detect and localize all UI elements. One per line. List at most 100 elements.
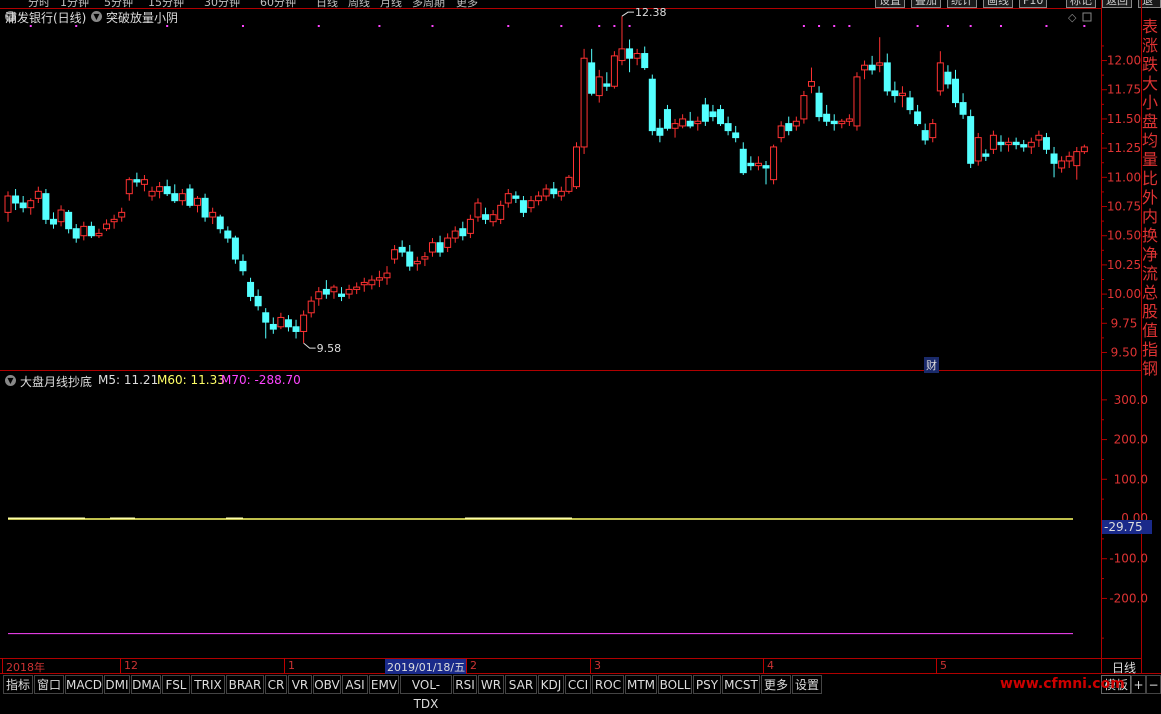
candle-body bbox=[209, 211, 217, 218]
candle bbox=[853, 72, 861, 131]
candle bbox=[80, 221, 88, 241]
tab-boll[interactable]: BOLL bbox=[658, 675, 692, 694]
candle bbox=[1005, 137, 1013, 152]
signal-marker bbox=[916, 25, 919, 27]
candle-body bbox=[512, 195, 520, 199]
candle bbox=[527, 196, 535, 213]
candle-body bbox=[49, 218, 57, 225]
candle bbox=[254, 289, 262, 311]
candle-body bbox=[140, 179, 148, 185]
candle bbox=[1035, 130, 1043, 147]
candle-body bbox=[898, 92, 906, 97]
candle bbox=[338, 287, 346, 302]
candle-body bbox=[482, 214, 490, 220]
tab-emv[interactable]: EMV bbox=[369, 675, 399, 694]
candle bbox=[436, 235, 444, 257]
candle-body bbox=[148, 190, 156, 197]
candle-body bbox=[823, 113, 831, 122]
candle-body bbox=[732, 132, 740, 139]
candle bbox=[1012, 137, 1020, 150]
right-info-strip: 表涨跌大小盘均量比外内换净流总股值指钢 bbox=[1142, 0, 1161, 650]
candle bbox=[322, 280, 330, 299]
candle bbox=[4, 191, 12, 222]
finance-badge[interactable]: 财 bbox=[924, 357, 939, 373]
candle-body bbox=[997, 141, 1005, 146]
candle bbox=[262, 308, 270, 339]
candle-body bbox=[413, 260, 421, 265]
right-strip-char: 小 bbox=[1142, 93, 1159, 112]
tab-sar[interactable]: SAR bbox=[505, 675, 537, 694]
signal-marker bbox=[431, 25, 434, 27]
tab-psy[interactable]: PSY bbox=[693, 675, 721, 694]
price-chart[interactable]: ◇ 12.00 11.75 11.50 11.25 11.00 10.75 10.50 10.2… bbox=[0, 0, 1161, 695]
candle bbox=[595, 69, 603, 103]
candle bbox=[580, 48, 588, 154]
candle-body bbox=[739, 148, 747, 174]
candle-body bbox=[1020, 144, 1028, 148]
y-tick-label: 10.50 bbox=[1107, 229, 1141, 243]
tab-asi[interactable]: ASI bbox=[342, 675, 368, 694]
candle bbox=[982, 149, 990, 161]
candle-body bbox=[156, 186, 164, 192]
tab-obv[interactable]: OBV bbox=[313, 675, 341, 694]
candle bbox=[216, 214, 224, 234]
right-strip-char: 涨 bbox=[1142, 36, 1159, 55]
candle-body bbox=[239, 260, 247, 272]
candle bbox=[459, 221, 467, 241]
tab-trix[interactable]: TRIX bbox=[191, 675, 225, 694]
tab-vr[interactable]: VR bbox=[288, 675, 312, 694]
tab-rsi[interactable]: RSI bbox=[453, 675, 477, 694]
current-value: -29.75 bbox=[1104, 520, 1143, 534]
candle-body bbox=[103, 223, 111, 230]
tab-vol-tdx[interactable]: VOL-TDX bbox=[400, 675, 452, 711]
right-strip-char: 表 bbox=[1142, 17, 1159, 36]
candle bbox=[512, 191, 520, 204]
signal-marker bbox=[969, 25, 972, 27]
tab-更多[interactable]: 更多 bbox=[761, 675, 791, 694]
candle bbox=[269, 317, 277, 334]
tab-设置[interactable]: 设置 bbox=[792, 675, 822, 694]
candle-body bbox=[754, 162, 762, 167]
candle bbox=[209, 207, 217, 225]
candle-body bbox=[777, 125, 785, 139]
tab-指标[interactable]: 指标 bbox=[3, 675, 33, 694]
candle bbox=[201, 193, 209, 222]
candle bbox=[997, 135, 1005, 152]
tab-dma[interactable]: DMA bbox=[131, 675, 161, 694]
tab-cci[interactable]: CCI bbox=[565, 675, 591, 694]
tab-窗口[interactable]: 窗口 bbox=[34, 675, 64, 694]
candle-body bbox=[444, 237, 452, 248]
candle-body bbox=[4, 195, 12, 213]
candle-body bbox=[466, 218, 474, 234]
tab-kdj[interactable]: KDJ bbox=[538, 675, 564, 694]
candle bbox=[292, 319, 300, 339]
candle bbox=[171, 184, 179, 204]
candle-body bbox=[338, 293, 346, 297]
zoom-out-button[interactable]: − bbox=[1146, 675, 1161, 694]
candle bbox=[641, 46, 649, 70]
tab-mcst[interactable]: MCST bbox=[722, 675, 760, 694]
tab-wr[interactable]: WR bbox=[478, 675, 504, 694]
tab-mtm[interactable]: MTM bbox=[625, 675, 657, 694]
candle-body bbox=[550, 188, 558, 195]
date-label: 4 bbox=[767, 659, 774, 672]
high-pointer bbox=[621, 11, 634, 17]
candle bbox=[406, 245, 414, 271]
tab-dmi[interactable]: DMI bbox=[104, 675, 130, 694]
tab-macd[interactable]: MACD bbox=[65, 675, 103, 694]
candle-body bbox=[838, 120, 846, 125]
candle bbox=[861, 60, 869, 80]
right-strip-char: 总 bbox=[1142, 283, 1159, 302]
tab-roc[interactable]: ROC bbox=[592, 675, 624, 694]
candle-body bbox=[648, 78, 656, 132]
candle-body bbox=[959, 102, 967, 115]
zoom-in-button[interactable]: + bbox=[1131, 675, 1146, 694]
candle-body bbox=[876, 62, 884, 66]
tab-fsl[interactable]: FSL bbox=[162, 675, 190, 694]
tab-cr[interactable]: CR bbox=[265, 675, 287, 694]
signal-marker bbox=[378, 25, 381, 27]
tab-brar[interactable]: BRAR bbox=[226, 675, 264, 694]
square-icon bbox=[1082, 12, 1092, 22]
candle-body bbox=[701, 104, 709, 122]
candle-body bbox=[489, 214, 497, 223]
